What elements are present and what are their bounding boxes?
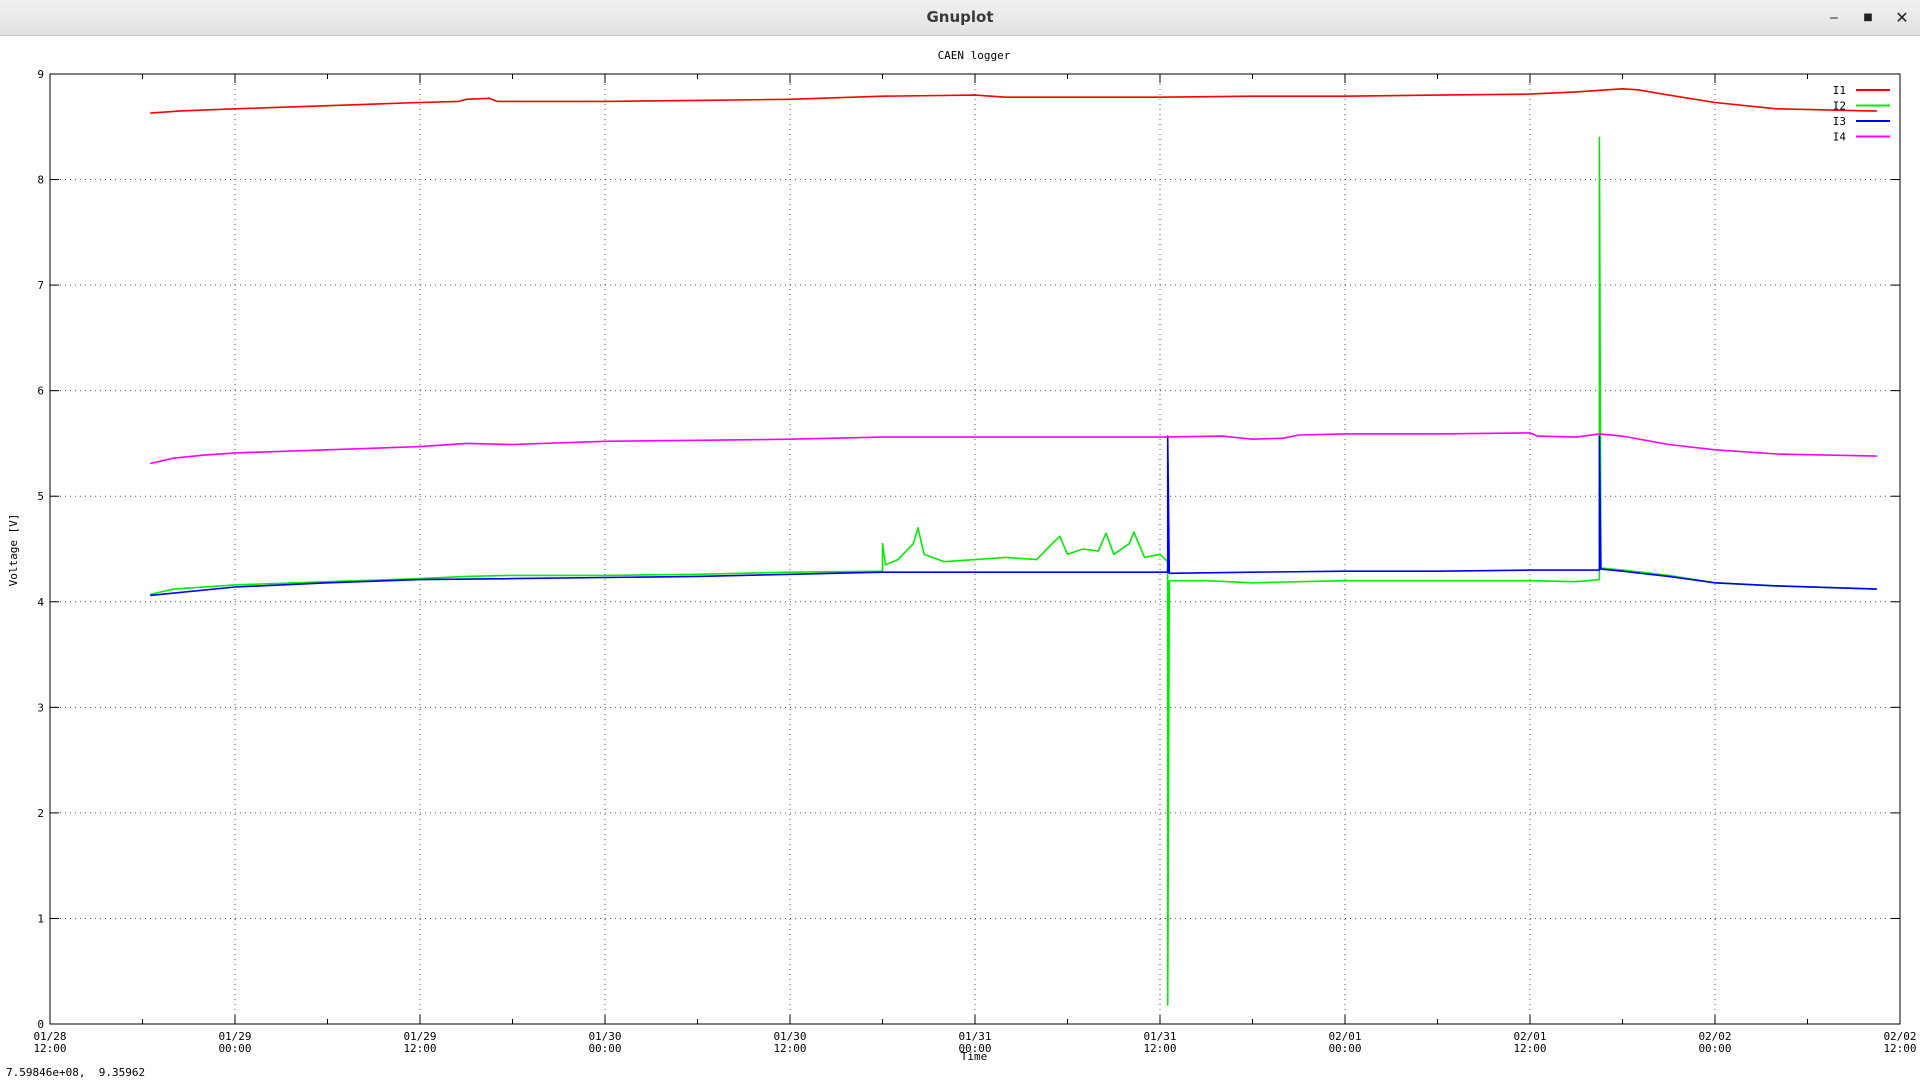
grid-lines: [50, 74, 1900, 1024]
series-line-i4: [150, 432, 1877, 465]
x-tick-time: 12:00: [1513, 1042, 1546, 1055]
x-axis-label: Time: [961, 1050, 988, 1063]
x-tick-time: 00:00: [218, 1042, 251, 1055]
x-tick-time: 00:00: [588, 1042, 621, 1055]
legend: I1 I2 I3 I4: [1833, 84, 1890, 144]
minimize-icon[interactable]: ‒: [1823, 8, 1845, 28]
series-group: [150, 87, 1877, 1006]
window-title: Gnuplot: [926, 8, 994, 26]
chart-title: CAEN logger: [938, 49, 1011, 62]
status-coordinates: 7.59846e+08, 9.35962: [6, 1066, 146, 1079]
window-titlebar[interactable]: Gnuplot ‒ ■ ✕: [0, 0, 1920, 36]
series-line-i3: [150, 435, 1877, 597]
y-axis-label: Voltage [V]: [7, 514, 20, 587]
x-tick-time: 00:00: [1328, 1042, 1361, 1055]
y-tick-label: 7: [37, 279, 44, 292]
maximize-icon[interactable]: ■: [1857, 8, 1879, 28]
y-axis: 0123456789: [37, 68, 1900, 1031]
y-tick-label: 1: [37, 912, 44, 925]
x-tick-time: 12:00: [1143, 1042, 1176, 1055]
legend-label: I4: [1833, 131, 1847, 144]
y-tick-label: 8: [37, 174, 44, 187]
x-tick-time: 00:00: [1698, 1042, 1731, 1055]
y-tick-label: 3: [37, 701, 44, 714]
y-tick-label: 6: [37, 385, 44, 398]
close-icon[interactable]: ✕: [1891, 8, 1913, 28]
y-tick-label: 2: [37, 807, 44, 820]
chart-canvas[interactable]: CAEN logger 0123456789 01/2812:0001/2900…: [0, 36, 1920, 1066]
series-line-i1: [150, 87, 1877, 114]
legend-label: I3: [1833, 115, 1846, 128]
x-tick-time: 12:00: [403, 1042, 436, 1055]
y-tick-label: 9: [37, 68, 44, 81]
y-tick-label: 4: [37, 596, 44, 609]
x-tick-time: 12:00: [1883, 1042, 1916, 1055]
x-tick-time: 12:00: [33, 1042, 66, 1055]
y-tick-label: 5: [37, 490, 44, 503]
legend-label: I2: [1833, 100, 1846, 113]
legend-label: I1: [1833, 84, 1846, 97]
x-tick-time: 12:00: [773, 1042, 806, 1055]
